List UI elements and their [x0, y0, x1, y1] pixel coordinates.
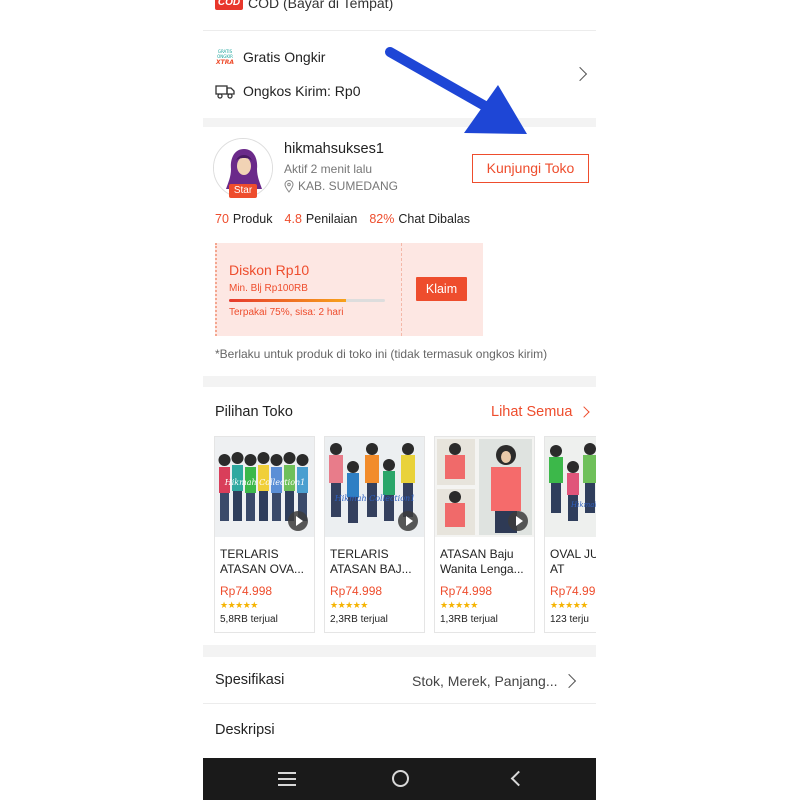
section-gap [203, 118, 596, 127]
product-sold-count: 123 terju [550, 614, 589, 625]
free-shipping-icon: GRATIS ONGKIR XTRA [215, 48, 235, 66]
product-page: COD COD (Bayar di Tempat) GRATIS ONGKIR … [203, 0, 596, 800]
shipping-cost-row: Ongkos Kirim: Rp0 [215, 80, 360, 102]
product-price: Rp74.998 [440, 584, 493, 598]
cod-label: COD (Bayar di Tempat) [248, 0, 394, 11]
shop-picks-title: Pilihan Toko [215, 404, 293, 420]
product-image: Hikmah [545, 437, 596, 537]
product-name: OVAL JU KAOS AT [550, 547, 596, 576]
play-video-icon[interactable] [398, 511, 418, 531]
claim-voucher-button[interactable]: Klaim [416, 277, 467, 301]
product-price: Rp74.998 [330, 584, 383, 598]
svg-text:XTRA: XTRA [215, 59, 234, 66]
back-icon[interactable] [510, 770, 527, 787]
rating-stars-icon: ★★★★★ [440, 600, 478, 610]
cod-row: COD COD (Bayar di Tempat) [203, 0, 596, 14]
voucher-usage-bar [229, 299, 385, 302]
shop-location-text: KAB. SUMEDANG [298, 179, 399, 193]
product-sold-count: 5,8RB terjual [220, 614, 278, 625]
voucher-note: *Berlaku untuk produk di toko ini (tidak… [215, 347, 548, 361]
shop-stats: 70 Produk 4.8 Penilaian 82% Chat Dibalas [215, 212, 470, 226]
rating-stars-icon: ★★★★★ [550, 600, 588, 610]
product-card[interactable]: Hikmah Collection1 TERLARIS ATASAN BAJ..… [324, 436, 425, 633]
specs-label: Spesifikasi [215, 672, 285, 688]
svg-text:Hikmah Collection1: Hikmah Collection1 [224, 478, 306, 487]
truck-icon [215, 85, 235, 99]
shipping-cost-label: Ongkos Kirim: Rp0 [243, 83, 361, 99]
voucher-divider [401, 243, 402, 336]
rating-stars-icon: ★★★★★ [220, 600, 258, 610]
product-name: TERLARIS ATASAN OVA... [220, 547, 305, 576]
product-thumbnail: Hikmah Collection1 [215, 437, 314, 537]
description-label[interactable]: Deskripsi [215, 722, 275, 738]
rating-stars-icon: ★★★★★ [330, 600, 368, 610]
chevron-right-icon [578, 406, 591, 418]
system-nav-bar [203, 758, 596, 800]
free-shipping-row: GRATIS ONGKIR XTRA Gratis Ongkir [215, 46, 325, 68]
stat-rating: 4.8 Penilaian [284, 212, 358, 226]
product-name: ATASAN Baju Wanita Lenga... [440, 547, 524, 576]
stat-products: 70 Produk [215, 212, 273, 226]
voucher-title: Diskon Rp10 [229, 262, 310, 278]
chevron-right-icon [572, 66, 588, 82]
product-card[interactable]: Hikmah Collection1 TERLARIS ATASAN OVA..… [214, 436, 315, 633]
voucher-usage-fill [229, 299, 346, 302]
cod-icon: COD [215, 0, 243, 10]
product-name: TERLARIS ATASAN BAJ... [330, 547, 412, 576]
voucher-min-purchase: Min. Blj Rp100RB [229, 283, 308, 294]
svg-text:Hikmah: Hikmah [570, 501, 596, 509]
recent-apps-icon[interactable] [278, 772, 296, 786]
product-price: Rp74.998 [220, 584, 273, 598]
star-seller-badge: Star [229, 184, 257, 198]
product-card[interactable]: Hikmah OVAL JU KAOS AT Rp74.998 ★★★★★ 12… [544, 436, 596, 633]
stat-chat-response: 82% Chat Dibalas [369, 212, 470, 226]
product-sold-count: 2,3RB terjual [330, 614, 388, 625]
play-video-icon[interactable] [288, 511, 308, 531]
section-gap [203, 376, 596, 387]
voucher-usage-text: Terpakai 75%, sisa: 2 hari [229, 307, 344, 318]
product-price: Rp74.998 [550, 584, 596, 598]
product-card[interactable]: ATASAN Baju Wanita Lenga... Rp74.998 ★★★… [434, 436, 535, 633]
specs-value: Stok, Merek, Panjang... [412, 673, 558, 689]
shop-active-status: Aktif 2 menit lalu [284, 162, 373, 176]
section-gap [203, 645, 596, 657]
play-video-icon[interactable] [508, 511, 528, 531]
shop-name[interactable]: hikmahsukses1 [284, 141, 384, 157]
see-all-label: Lihat Semua [491, 404, 573, 420]
divider [203, 30, 596, 31]
divider [203, 703, 596, 704]
visit-shop-button[interactable]: Kunjungi Toko [472, 154, 589, 183]
product-thumbnail: Hikmah Collection1 [325, 437, 424, 537]
product-thumbnail: Hikmah [545, 437, 596, 537]
free-shipping-label: Gratis Ongkir [243, 49, 326, 65]
product-thumbnail [435, 437, 534, 537]
chevron-right-icon [561, 673, 577, 689]
product-sold-count: 1,3RB terjual [440, 614, 498, 625]
home-icon[interactable] [392, 770, 409, 787]
svg-text:Hikmah Collection1: Hikmah Collection1 [334, 494, 416, 503]
location-pin-icon [284, 179, 294, 193]
voucher-edge [215, 243, 217, 336]
shop-voucher: Diskon Rp10 Min. Blj Rp100RB Terpakai 75… [215, 243, 483, 336]
shop-location: KAB. SUMEDANG [284, 179, 398, 193]
see-all-link[interactable]: Lihat Semua [491, 404, 591, 420]
product-carousel[interactable]: Hikmah Collection1 TERLARIS ATASAN OVA..… [214, 436, 596, 634]
